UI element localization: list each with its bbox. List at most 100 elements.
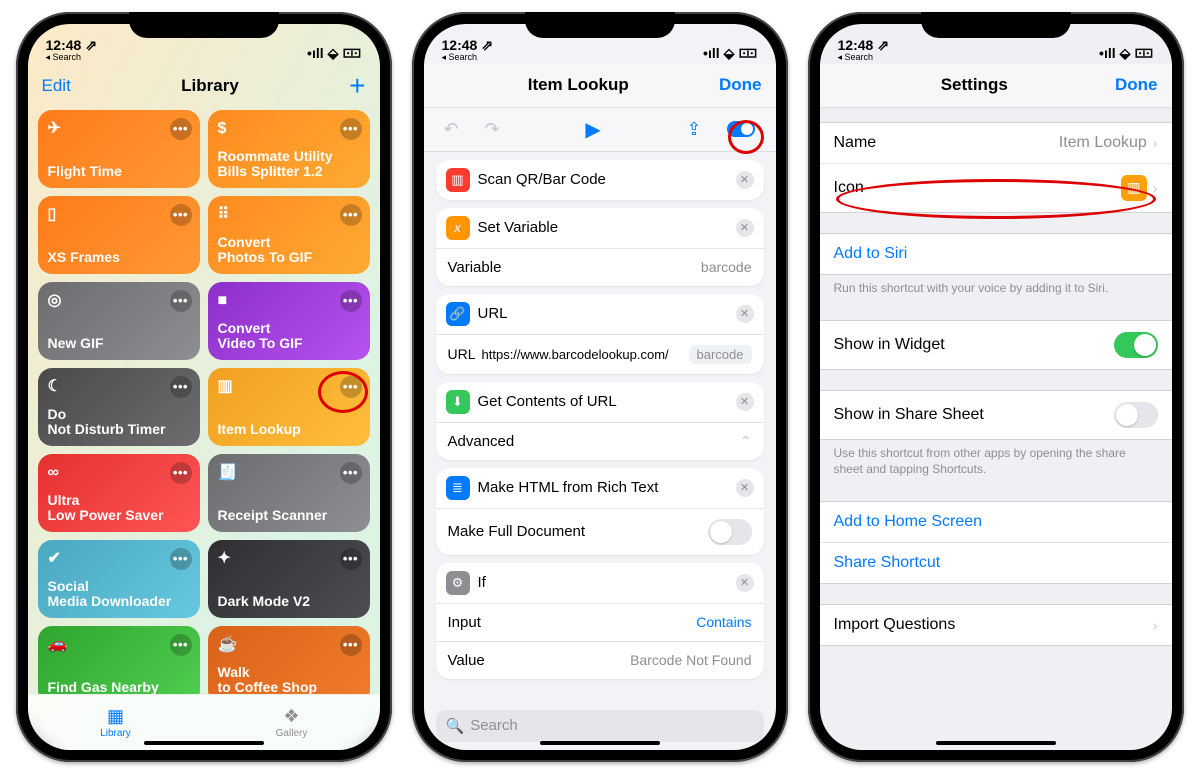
tile-more-button[interactable]: ••• [340,376,362,398]
action-title: Make HTML from Rich Text [478,479,728,496]
tile-more-button[interactable]: ••• [340,290,362,312]
name-value: Item Lookup [1059,134,1147,152]
tile-more-button[interactable]: ••• [170,204,192,226]
shortcut-tile-0[interactable]: ✈•••Flight Time [38,110,200,188]
download-icon: ⬇ [446,390,470,414]
home-indicator[interactable] [540,741,660,745]
done-button[interactable]: Done [1115,75,1158,95]
gallery-tab-icon: ❖ [283,706,299,727]
location-arrow-icon: ⇗ [877,38,889,52]
shortcut-tile-1[interactable]: $•••Roommate Utility Bills Splitter 1.2 [208,110,370,188]
add-to-siri-button[interactable]: Add to Siri [820,234,1172,274]
action-title: Get Contents of URL [478,393,728,410]
shortcut-tile-2[interactable]: ▯•••XS Frames [38,196,200,274]
share-sheet-switch[interactable] [1114,402,1158,428]
shortcut-tile-6[interactable]: ☾•••Do Not Disturb Timer [38,368,200,446]
tile-more-button[interactable]: ••• [170,462,192,484]
tile-more-button[interactable]: ••• [340,548,362,570]
tile-label: XS Frames [48,250,190,265]
make-full-doc-switch[interactable] [708,519,752,545]
if-input-label: Input [448,614,481,631]
chevron-right-icon: › [1153,180,1158,196]
import-questions-row[interactable]: Import Questions › [820,605,1172,645]
signal-icon: •ıll [307,45,324,61]
param-value[interactable]: barcode [701,259,752,275]
settings-row-name[interactable]: Name Item Lookup› [820,123,1172,164]
url-value[interactable]: https://www.barcodelookup.com/ [482,347,683,362]
action-set-variable[interactable]: x Set Variable ✕ Variable barcode [436,208,764,286]
action-title: Scan QR/Bar Code [478,171,728,188]
url-variable-pill[interactable]: barcode [689,345,752,364]
add-shortcut-button[interactable]: + [349,70,365,102]
settings-row-icon[interactable]: Icon ▥› [820,164,1172,212]
share-button[interactable]: ⇪ [686,119,701,140]
shortcut-tile-7[interactable]: ▥•••Item Lookup [208,368,370,446]
action-title: URL [478,305,728,322]
settings-group-import: Import Questions › [820,604,1172,646]
shortcut-tile-9[interactable]: 🧾•••Receipt Scanner [208,454,370,532]
library-tab-icon: ▦ [107,706,124,727]
done-button[interactable]: Done [719,75,762,95]
tile-more-button[interactable]: ••• [340,462,362,484]
shortcut-tile-13[interactable]: ☕•••Walk to Coffee Shop [208,626,370,694]
search-placeholder: Search [470,717,518,734]
delete-action-button[interactable]: ✕ [736,479,754,497]
delete-action-button[interactable]: ✕ [736,219,754,237]
tile-label: Social Media Downloader [48,579,190,610]
tile-icon: ∞ [48,462,70,484]
delete-action-button[interactable]: ✕ [736,574,754,592]
run-button[interactable]: ▶ [585,117,600,142]
shortcut-tile-4[interactable]: ◎•••New GIF [38,282,200,360]
shortcut-tile-5[interactable]: ■•••Convert Video To GIF [208,282,370,360]
param-label: Variable [448,259,502,276]
tile-more-button[interactable]: ••• [170,634,192,656]
shortcut-tile-3[interactable]: ⠿•••Convert Photos To GIF [208,196,370,274]
tile-more-button[interactable]: ••• [170,290,192,312]
tile-more-button[interactable]: ••• [340,118,362,140]
nav-title: Library [181,76,239,96]
tile-more-button[interactable]: ••• [170,548,192,570]
tile-more-button[interactable]: ••• [170,118,192,140]
action-make-html[interactable]: ≣ Make HTML from Rich Text ✕ Make Full D… [436,468,764,555]
add-to-home-screen-button[interactable]: Add to Home Screen [820,502,1172,543]
delete-action-button[interactable]: ✕ [736,393,754,411]
back-to-app[interactable]: ◂ Search [46,53,98,62]
share-shortcut-button[interactable]: Share Shortcut [820,543,1172,583]
if-condition[interactable]: Contains [696,614,751,630]
action-get-contents[interactable]: ⬇ Get Contents of URL ✕ Advanced ⌃ [436,382,764,460]
status-time: 12:48 [442,38,478,52]
delete-action-button[interactable]: ✕ [736,171,754,189]
delete-action-button[interactable]: ✕ [736,305,754,323]
undo-button[interactable]: ↶ [444,119,459,140]
edit-button[interactable]: Edit [42,76,71,96]
shortcut-tile-11[interactable]: ✦•••Dark Mode V2 [208,540,370,618]
gear-icon: ⚙ [446,571,470,595]
editor-nav: Item Lookup Done [424,64,776,108]
action-title: If [478,574,728,591]
home-indicator[interactable] [144,741,264,745]
shortcut-tile-10[interactable]: ✔•••Social Media Downloader [38,540,200,618]
tile-more-button[interactable]: ••• [340,634,362,656]
if-value[interactable]: Barcode Not Found [630,652,751,668]
back-to-app[interactable]: ◂ Search [838,53,890,62]
action-if[interactable]: ⚙ If ✕ Input Contains Value Barcode Not … [436,563,764,679]
tile-more-button[interactable]: ••• [170,376,192,398]
tile-icon: ✦ [218,548,240,570]
action-url[interactable]: 🔗 URL ✕ URL https://www.barcodelookup.co… [436,294,764,374]
search-actions[interactable]: 🔍 Search [436,710,764,742]
action-scan-qr[interactable]: ▥ Scan QR/Bar Code ✕ [436,160,764,200]
back-to-app[interactable]: ◂ Search [442,53,494,62]
redo-button[interactable]: ↷ [485,119,500,140]
shortcut-tile-12[interactable]: 🚗•••Find Gas Nearby [38,626,200,694]
location-arrow-icon: ⇗ [85,38,97,52]
home-indicator[interactable] [936,741,1056,745]
share-sheet-hint: Use this shortcut from other apps by ope… [820,440,1172,481]
shortcut-tile-8[interactable]: ∞•••Ultra Low Power Saver [38,454,200,532]
phone-library: 12:48⇗ ◂ Search •ıll ⬙ 🀹 Edit Library + … [16,12,392,762]
widget-switch[interactable] [1114,332,1158,358]
advanced-label[interactable]: Advanced [448,433,515,450]
settings-toggle-button[interactable] [727,121,755,137]
name-label: Name [834,134,877,152]
tile-more-button[interactable]: ••• [340,204,362,226]
document-icon: ≣ [446,476,470,500]
